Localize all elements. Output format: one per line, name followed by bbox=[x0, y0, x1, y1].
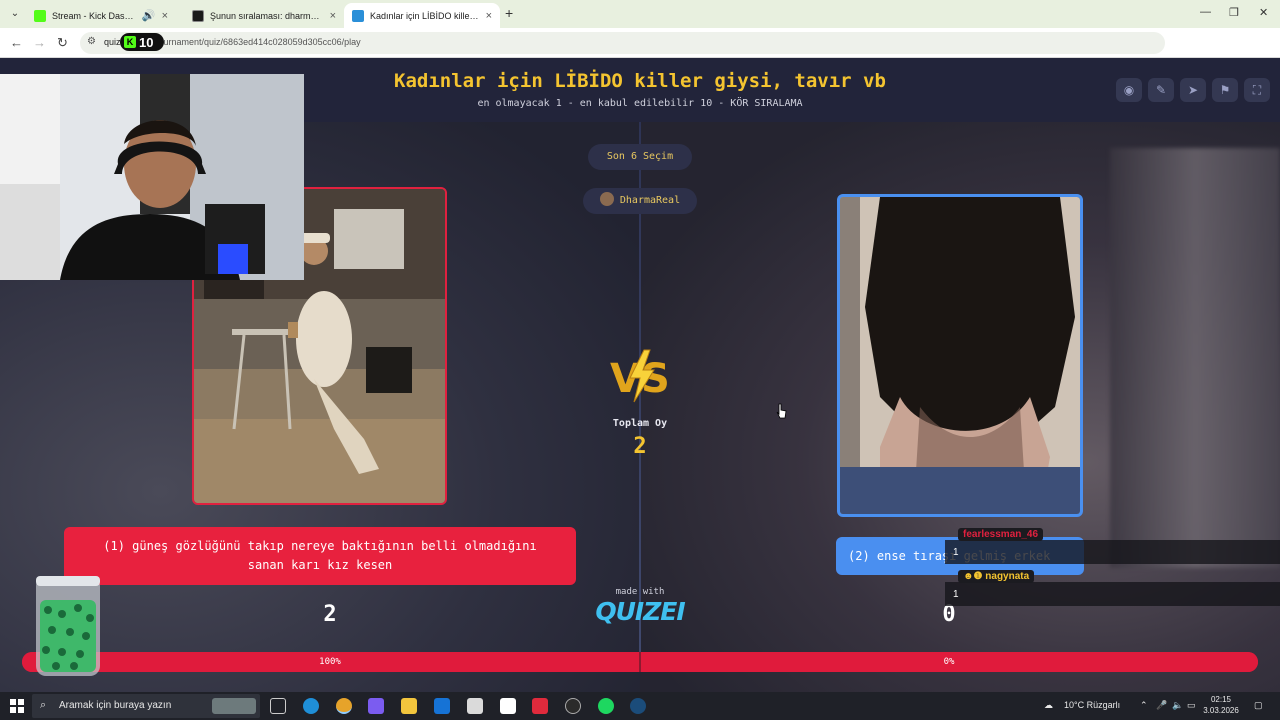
browser-toolbar: ← → ↻ ⚙ quiz ournament/quiz/6863ed414c028… bbox=[0, 28, 1280, 77]
percent-right: 0% bbox=[943, 657, 955, 667]
mouse-cursor-icon bbox=[776, 403, 787, 419]
fullscreen-icon[interactable]: ⛶ bbox=[1244, 78, 1270, 102]
kick-viewer-badge: K 10 bbox=[120, 33, 164, 51]
kick-logo-icon: K bbox=[124, 36, 136, 48]
search-icon: ⌕ bbox=[40, 699, 47, 711]
chat-message-row bbox=[945, 540, 1280, 564]
right-edge-background bbox=[1110, 148, 1280, 568]
chat-count: 1 bbox=[953, 547, 959, 558]
chat-username[interactable]: fearlessman_46 bbox=[958, 528, 1044, 541]
app-red-icon[interactable] bbox=[532, 698, 548, 714]
windows-taskbar: ⌕ Aramak için buraya yazın ☁ 10°C Rüzgar… bbox=[0, 692, 1280, 720]
address-bar[interactable]: ⚙ quiz ournament/quiz/6863ed414c028059d30… bbox=[80, 32, 1165, 54]
obs-icon[interactable] bbox=[565, 698, 581, 714]
share-icon[interactable]: ➤ bbox=[1180, 78, 1206, 102]
search-highlight-elephants-icon bbox=[212, 698, 256, 714]
tab-search-chevron-icon[interactable]: ⌄ bbox=[6, 5, 24, 23]
tab-title: Şunun sıralaması: dharmareal | bbox=[210, 10, 324, 21]
steam-icon[interactable] bbox=[630, 698, 646, 714]
restore-icon[interactable]: ❐ bbox=[1229, 6, 1239, 19]
site-info-icon[interactable]: ⚙ bbox=[87, 36, 96, 47]
weather-icon[interactable]: ☁ bbox=[1044, 700, 1053, 711]
reload-icon[interactable]: ↻ bbox=[57, 35, 68, 51]
site-favicon-icon bbox=[192, 9, 204, 22]
viewer-count: 10 bbox=[139, 34, 154, 50]
streamer-pill: DharmaReal bbox=[583, 188, 697, 214]
microphone-icon[interactable]: 🎤 bbox=[1156, 700, 1167, 711]
option-right-image bbox=[840, 197, 1080, 514]
vote-progress-bar: 100% 0% bbox=[22, 652, 1258, 672]
speaker-icon[interactable]: 🔈 bbox=[1172, 700, 1183, 711]
copilot-icon[interactable] bbox=[368, 698, 384, 714]
forward-arrow-icon[interactable]: → bbox=[33, 35, 46, 50]
eye-icon[interactable]: ◉ bbox=[1116, 78, 1142, 102]
store-icon[interactable] bbox=[500, 698, 516, 714]
windows-start-icon[interactable] bbox=[10, 699, 24, 713]
file-explorer-icon[interactable] bbox=[401, 698, 417, 714]
speaker-icon[interactable]: 🔊 bbox=[142, 9, 156, 22]
browser-tab-bar: ⌄ Stream - Kick Dashboard 🔊 × Şunun sıra… bbox=[0, 0, 1280, 28]
made-with-label: made with bbox=[615, 587, 665, 597]
goal-jar-icon bbox=[36, 576, 100, 676]
streamer-avatar bbox=[599, 192, 614, 206]
tab-title: Kadınlar için LİBİDO killer giysi, bbox=[370, 10, 480, 21]
option-card-right[interactable] bbox=[837, 194, 1083, 517]
vs-lightning-icon: VS bbox=[610, 349, 670, 403]
new-tab-plus-icon[interactable]: + bbox=[505, 5, 513, 21]
streamer-name: DharmaReal bbox=[619, 195, 681, 206]
tray-chevron-icon[interactable]: ⌃ bbox=[1140, 700, 1148, 711]
close-icon[interactable]: × bbox=[486, 10, 492, 22]
spotify-icon[interactable] bbox=[598, 698, 614, 714]
window-close-icon[interactable]: ✕ bbox=[1259, 6, 1268, 19]
minimize-icon[interactable]: — bbox=[1200, 6, 1211, 18]
tab-title: Stream - Kick Dashboard bbox=[52, 10, 136, 21]
tab-quiz-active[interactable]: Kadınlar için LİBİDO killer giysi, × bbox=[344, 3, 500, 28]
tab-ranking[interactable]: Şunun sıralaması: dharmareal | × bbox=[184, 3, 344, 28]
badge-icon: ☻❶ bbox=[963, 571, 983, 582]
chat-count: 1 bbox=[953, 589, 959, 600]
edit-icon[interactable]: ✎ bbox=[1148, 78, 1174, 102]
total-votes-label: Toplam Oy bbox=[612, 418, 668, 429]
screen: ⌄ Stream - Kick Dashboard 🔊 × Şunun sıra… bbox=[0, 0, 1280, 720]
weather-text[interactable]: 10°C Rüzgarlı bbox=[1064, 700, 1120, 710]
outlook-icon[interactable] bbox=[434, 698, 450, 714]
task-view-icon[interactable] bbox=[270, 698, 286, 714]
quizei-logo[interactable]: QUIZEI bbox=[590, 597, 690, 626]
notepad-icon[interactable] bbox=[467, 698, 483, 714]
quiz-favicon-icon bbox=[352, 9, 364, 22]
webcam-feed bbox=[0, 74, 304, 280]
tab-kick-dashboard[interactable]: Stream - Kick Dashboard 🔊 × bbox=[26, 3, 176, 28]
score-left: 2 bbox=[323, 602, 337, 627]
progress-divider bbox=[639, 652, 641, 672]
close-icon[interactable]: × bbox=[162, 10, 168, 22]
close-icon[interactable]: × bbox=[330, 10, 336, 22]
chat-message-row bbox=[945, 582, 1280, 606]
taskbar-clock[interactable]: 02:15 3.03.2026 bbox=[1196, 694, 1246, 716]
webcam-overlay bbox=[0, 74, 304, 280]
kick-favicon-icon bbox=[34, 9, 46, 22]
back-arrow-icon[interactable]: ← bbox=[10, 35, 23, 50]
total-votes-value: 2 bbox=[633, 434, 647, 459]
chat-username[interactable]: ☻❶ nagynata bbox=[958, 570, 1035, 583]
last-selection-button[interactable]: Son 6 Seçim bbox=[588, 144, 692, 170]
chrome-icon[interactable] bbox=[336, 698, 352, 714]
flag-icon[interactable]: ⚑ bbox=[1212, 78, 1238, 102]
network-icon[interactable]: ▭ bbox=[1187, 700, 1196, 711]
notifications-icon[interactable]: ▢ bbox=[1254, 700, 1263, 711]
percent-left: 100% bbox=[319, 657, 341, 667]
option-label-left[interactable]: (1) güneş gözlüğünü takıp nereye baktığı… bbox=[64, 527, 576, 585]
edge-icon[interactable] bbox=[303, 698, 319, 714]
